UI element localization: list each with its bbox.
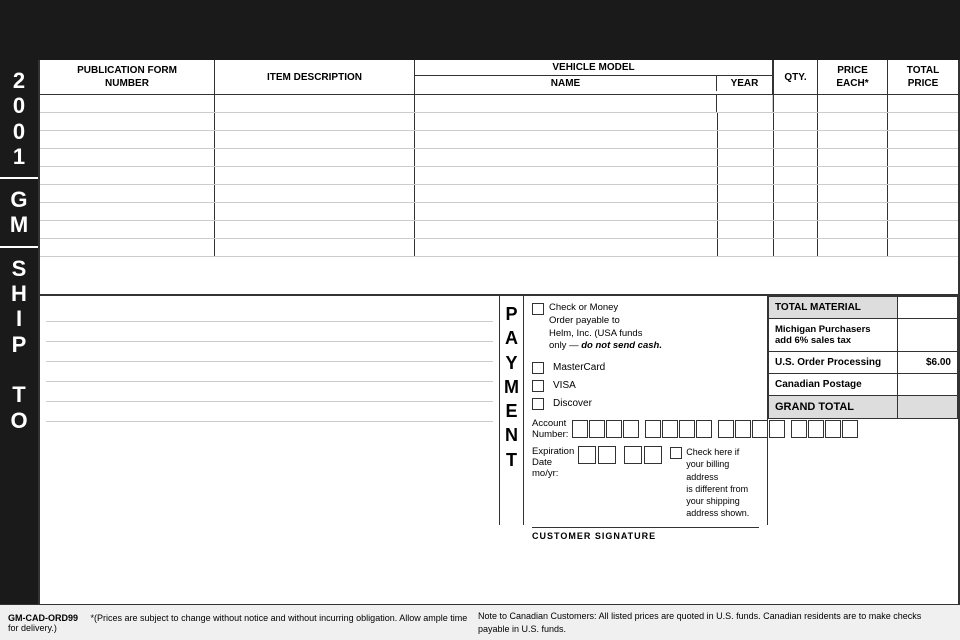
total-material-value <box>898 297 958 319</box>
payment-content: Check or Money Order payable to Helm, In… <box>524 296 768 525</box>
michigan-label: Michigan Purchasers add 6% sales tax <box>769 319 898 352</box>
table-row <box>40 95 958 113</box>
canadian-postage-value <box>898 374 958 396</box>
col-vehicle-model: VEHICLE MODEL NAME YEAR <box>415 60 773 94</box>
left-divider-2 <box>0 246 38 248</box>
acct-box[interactable] <box>752 420 768 438</box>
payment-label-column: P A Y M E N T <box>500 296 524 525</box>
acct-box[interactable] <box>735 420 751 438</box>
acct-box[interactable] <box>718 420 734 438</box>
billing-address-checkbox[interactable] <box>670 447 682 459</box>
brand-label: G M <box>10 187 28 238</box>
table-row <box>40 113 958 131</box>
col-pub-number: PUBLICATION FORM NUMBER <box>40 60 215 94</box>
visa-checkbox[interactable] <box>532 380 544 392</box>
acct-box[interactable] <box>679 420 695 438</box>
col-item-desc: ITEM DESCRIPTION <box>215 60 415 94</box>
top-bar <box>0 0 960 60</box>
acct-box[interactable] <box>589 420 605 438</box>
ship-to-area <box>40 296 500 525</box>
table-row <box>40 167 958 185</box>
col-total-price: TOTAL PRICE <box>888 60 958 94</box>
acct-box[interactable] <box>696 420 712 438</box>
left-label-bar: 2 0 0 1 G M S H I P T O <box>0 60 38 604</box>
us-order-row: U.S. Order Processing $6.00 <box>769 352 958 374</box>
mastercard-checkbox[interactable] <box>532 362 544 374</box>
table-row <box>40 239 958 257</box>
grand-total-value <box>898 396 958 419</box>
summary-table: TOTAL MATERIAL Michigan Purchasers add 6… <box>768 296 958 419</box>
exp-box[interactable] <box>598 446 616 464</box>
col-price-each: PRICE EACH* <box>818 60 888 94</box>
us-order-value: $6.00 <box>898 352 958 374</box>
total-material-row: TOTAL MATERIAL <box>769 297 958 319</box>
exp-boxes <box>578 446 662 464</box>
michigan-value <box>898 319 958 352</box>
ship-to-label: S H I P T O <box>10 256 27 433</box>
expiration-row: Expiration Date mo/yr: Check here if y <box>532 446 759 519</box>
vehicle-model-header: VEHICLE MODEL <box>415 60 772 76</box>
page-wrapper: 2 0 0 1 G M S H I P T O <box>0 0 960 640</box>
acct-box[interactable] <box>606 420 622 438</box>
us-order-label: U.S. Order Processing <box>769 352 898 374</box>
customer-signature-area: CUSTOMER SIGNATURE <box>532 527 759 542</box>
account-number-row: Account Number: <box>532 418 759 440</box>
total-material-label: TOTAL MATERIAL <box>769 297 898 319</box>
table-body-top <box>40 95 958 295</box>
table-header: PUBLICATION FORM NUMBER ITEM DESCRIPTION… <box>40 60 958 95</box>
grand-total-row: GRAND TOTAL <box>769 396 958 419</box>
michigan-row: Michigan Purchasers add 6% sales tax <box>769 319 958 352</box>
exp-box[interactable] <box>578 446 596 464</box>
check-money-checkbox[interactable] <box>532 303 544 315</box>
table-row <box>40 131 958 149</box>
col-qty: QTY. <box>773 60 818 94</box>
table-row <box>40 185 958 203</box>
canadian-postage-row: Canadian Postage <box>769 374 958 396</box>
table-row <box>40 203 958 221</box>
bottom-section: P A Y M E N T Check or Money Order p <box>40 295 958 525</box>
table-row <box>40 221 958 239</box>
payment-summary: TOTAL MATERIAL Michigan Purchasers add 6… <box>768 296 958 525</box>
billing-address-check: Check here if your billing address is di… <box>670 446 759 519</box>
acct-box[interactable] <box>645 420 661 438</box>
footer-right: Note to Canadian Customers: All listed p… <box>468 610 952 635</box>
year-label: 2 0 0 1 <box>13 68 25 169</box>
col-vehicle-year: YEAR <box>717 76 772 91</box>
acct-box[interactable] <box>623 420 639 438</box>
table-row <box>40 149 958 167</box>
footer-left: GM-CAD-ORD99 *(Prices are subject to cha… <box>8 613 468 633</box>
exp-box[interactable] <box>644 446 662 464</box>
exp-box[interactable] <box>624 446 642 464</box>
canadian-postage-label: Canadian Postage <box>769 374 898 396</box>
discover-checkbox[interactable] <box>532 398 544 410</box>
vehicle-sub-header: NAME YEAR <box>415 76 772 91</box>
mastercard-option: MasterCard <box>532 361 759 374</box>
visa-option: VISA <box>532 379 759 392</box>
col-vehicle-name: NAME <box>415 76 717 91</box>
discover-option: Discover <box>532 397 759 410</box>
footer-bar: GM-CAD-ORD99 *(Prices are subject to cha… <box>0 604 960 640</box>
acct-box[interactable] <box>662 420 678 438</box>
check-money-option: Check or Money Order payable to Helm, In… <box>532 302 759 353</box>
grand-total-label: GRAND TOTAL <box>769 396 898 419</box>
left-divider <box>0 177 38 179</box>
acct-box[interactable] <box>572 420 588 438</box>
